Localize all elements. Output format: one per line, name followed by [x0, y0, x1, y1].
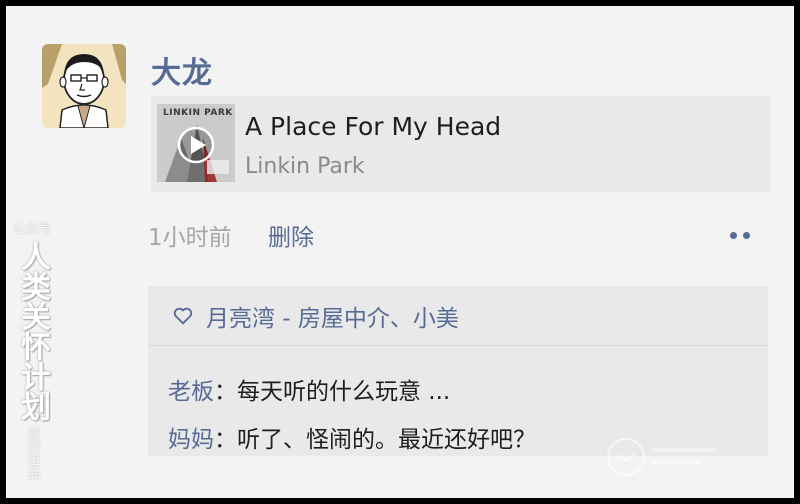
album-cover-text: LINKIN PARK [163, 108, 233, 118]
delete-link[interactable]: 删除 [268, 218, 314, 252]
likes-names[interactable]: 月亮湾 - 房屋中介、小美 [206, 299, 459, 333]
comment-separator: ： [214, 427, 237, 453]
watermark-top: 公众号 [12, 222, 52, 237]
comment-author[interactable]: 老板 [168, 379, 214, 405]
comment-item[interactable]: 老板：每天听的什么玩意 ... [168, 372, 450, 406]
comment-item[interactable]: 妈妈：听了、怪闹的。最近还好吧？ [168, 420, 536, 454]
album-cover[interactable]: LINKIN PARK [157, 104, 235, 182]
ellipsis-icon[interactable] [724, 222, 756, 248]
logo-watermark-icon [607, 438, 716, 476]
post-meta: 1小时前 删除 [148, 218, 768, 252]
avatar-illustration [42, 44, 126, 128]
dot [730, 231, 737, 239]
comment-text: 每天听的什么玩意 ... [237, 379, 451, 405]
heart-icon [173, 307, 193, 324]
avatar[interactable] [42, 44, 126, 128]
post-time: 1小时前 [148, 225, 232, 251]
dot [743, 231, 750, 239]
song-artist: Linkin Park [245, 154, 365, 179]
likes-row: 月亮湾 - 房屋中介、小美 [148, 286, 768, 346]
watermark: 公众号 人类关怀计划 原创出品 [6, 218, 58, 498]
comment-author[interactable]: 妈妈 [168, 427, 214, 453]
song-title: A Place For My Head [245, 112, 502, 141]
interaction-box: 月亮湾 - 房屋中介、小美 老板：每天听的什么玩意 ... 妈妈：听了、怪闹的。… [148, 286, 768, 456]
moments-post: 大龙 LINKIN PARK A Place For My Head Linki… [6, 6, 794, 498]
author-name[interactable]: 大龙 [151, 48, 213, 92]
comment-text: 听了、怪闹的。最近还好吧？ [237, 427, 536, 453]
watermark-main: 人类关怀计划 [15, 241, 50, 421]
music-card[interactable]: LINKIN PARK A Place For My Head Linkin P… [151, 96, 771, 192]
watermark-bottom: 原创出品 [24, 427, 40, 479]
comment-separator: ： [214, 379, 237, 405]
